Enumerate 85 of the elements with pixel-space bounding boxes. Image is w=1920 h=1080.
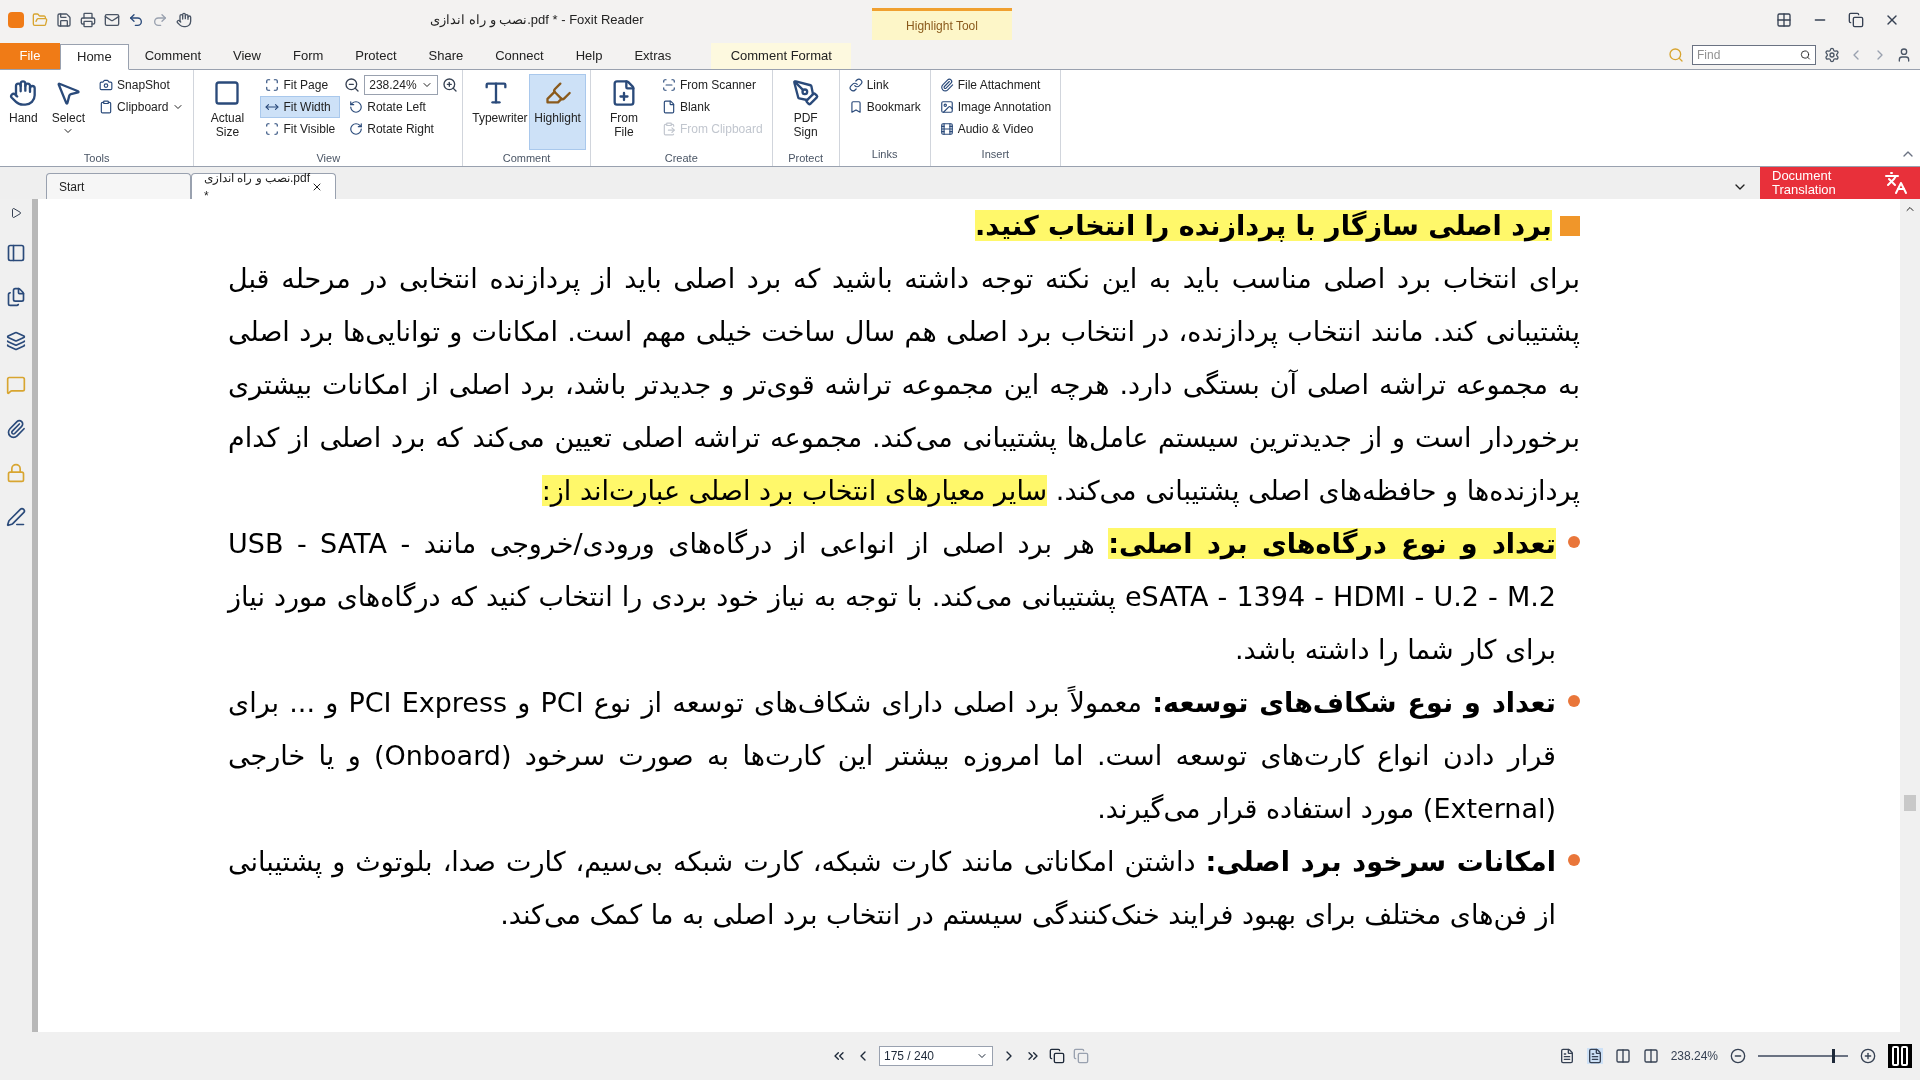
page-icon [213,79,242,107]
zoom-level: 238.24% [1670,1048,1718,1065]
find-input[interactable]: Find [1697,46,1801,64]
menu-tab[interactable]: Comment [128,43,218,69]
rotate-left-icon [349,100,364,114]
group-label: Create [664,152,698,164]
camera-icon [99,78,114,92]
translate-icon [1884,171,1908,195]
layers-icon[interactable] [6,331,26,351]
pages-icon[interactable] [6,287,26,307]
print-icon[interactable] [80,12,96,28]
menu-tab[interactable]: View [217,43,277,69]
facing-icon[interactable] [1614,1048,1631,1064]
restore-icon[interactable] [1848,12,1864,28]
page-icon[interactable] [6,243,26,263]
menu-tab[interactable]: Comment Format [711,43,852,69]
clipboard-paste-icon [661,122,676,136]
menu-tab[interactable]: Form [277,43,340,69]
bullet-paragraph: تعداد و نوع شکاف‌های توسعه: معمولاً برد اصلی دارای شکاف‌های توسعه از نوع PCI و PCI Express و ... برای قرار دادن انواع کارت‌های توسعه است. اما امروزه بیشتر این کارت‌ها به صورت سرخود (Onboard) و یا خارجی (External) مورد استفاده قرار می‌گیرند. [228,685,1556,827]
section-heading: برد اصلی سازگار با پردازنده را انتخاب کنید. [975,209,1552,244]
single-page-icon[interactable] [1558,1048,1575,1064]
ribbon-button[interactable]: Fit Width [260,96,341,118]
scrollbar-thumb[interactable] [1904,795,1916,811]
mail-icon[interactable] [104,12,120,28]
heading-marker-icon [1560,215,1580,236]
translation-button[interactable]: Document Translation [1760,167,1920,199]
group-label: Protect [788,152,824,164]
paperclip-icon[interactable] [6,419,26,439]
fullscreen-icon[interactable] [1776,12,1792,28]
blank-page-icon [661,100,676,114]
context-tab-header: Highlight Tool [872,8,1012,40]
zoom-out-icon[interactable] [344,77,361,93]
zoom-out-icon[interactable] [1730,1048,1746,1064]
film-icon [939,122,954,136]
zoom-field[interactable]: 238.24% [364,75,439,95]
window-title: نصب و راه اندازی.pdf * - Foxit Reader [430,12,644,28]
fit-page-icon [265,78,280,92]
pen-icon[interactable] [6,507,26,527]
app-logo-icon [8,12,24,28]
menu-tab[interactable]: Help [559,43,619,69]
bullet-icon [1568,695,1580,707]
menu-tab[interactable]: Home [60,44,129,70]
group-label: View [316,152,341,164]
continuous-icon[interactable] [1586,1048,1603,1064]
document-tab[interactable]: Start [46,173,191,199]
bookmark-icon [848,100,863,114]
user-icon[interactable] [1896,47,1912,63]
page-number-field[interactable]: 175 / 240 [879,1046,993,1066]
continuous-facing-icon[interactable] [1642,1048,1659,1064]
settings-icon[interactable] [1824,47,1840,63]
link-icon [848,78,863,92]
highlighter-icon [543,79,572,107]
image-icon [939,100,954,114]
group-label: Comment [502,152,551,164]
rotate-right-icon [349,122,364,136]
menu-tab[interactable]: Protect [339,43,413,69]
hand-icon[interactable] [176,12,192,28]
zoom-in-icon[interactable] [1860,1048,1876,1064]
expand-icon[interactable] [10,207,22,219]
undo-icon[interactable] [128,12,144,28]
group-label: Insert [981,147,1010,160]
bullet-icon [1568,536,1580,548]
paragraph: برای انتخاب برد اصلی مناسب باید به این نکته توجه داشته باشید که برد اصلی باید از پردازنده انتخابی در مرحله قبل پشتیبانی کند. مانند انتخاب پردازنده، در انتخاب برد اصلی هم سال ساخت خیلی مهم است. امکانات و توانایی‌ها برد اصلی به مجموعه تراشه اصلی آن بستگی دارد. هرچه این مجموعه تراشه قوی‌تر و جدیدتر باشد، برد اصلی از امکانات بیشتری برخوردار است و از جدیدترین سیستم عامل‌ها پشتیبانی می‌کند. مجموعه تراشه اصلی تعیین می‌کند که برد اصلی از کدام پردازنده‌ها و حافظه‌های اصلی پشتیبانی می‌کند. سایر معیارهای انتخاب برد اصلی عبارت‌اند از: [228,262,1580,509]
zoom-slider-thumb[interactable] [1831,1049,1835,1063]
pen-icon [791,79,820,107]
zoom-in-icon[interactable] [442,77,459,93]
previous-view-icon[interactable] [1049,1048,1065,1064]
clipboard-icon [99,100,114,114]
menu-tab[interactable]: Share [412,43,480,69]
fit-visible-icon [265,122,280,136]
group-label: Links [871,147,898,160]
bullet-paragraph: امکانات سرخود برد اصلی: داشتن امکاناتی مانند کارت شبکه، کارت شبکه بی‌سیم، کارت صدا، بلوتوث و پشتیبانی از فن‌های مختلف برای بهبود فرایند خنک‌کنندگی سیستم در انتخاب برد اصلی به ما کمک می‌کند. [228,845,1556,933]
ribbon-button[interactable]: Highlight [529,74,586,150]
menu-tab[interactable]: Extras [618,43,688,69]
document-tab[interactable]: نصب و راه اندازی.pdf * [191,173,336,199]
search-icon[interactable] [1800,49,1811,61]
paperclip-icon [939,78,954,92]
scanner-icon [661,78,676,92]
pause-icon[interactable] [1888,1044,1912,1068]
find-field[interactable]: Find [1692,45,1816,65]
group-label: Tools [83,152,110,164]
hand-icon [9,79,38,107]
save-icon[interactable] [56,12,72,28]
bullet-icon [1568,854,1580,866]
menu-tab[interactable]: Connect [479,43,560,69]
